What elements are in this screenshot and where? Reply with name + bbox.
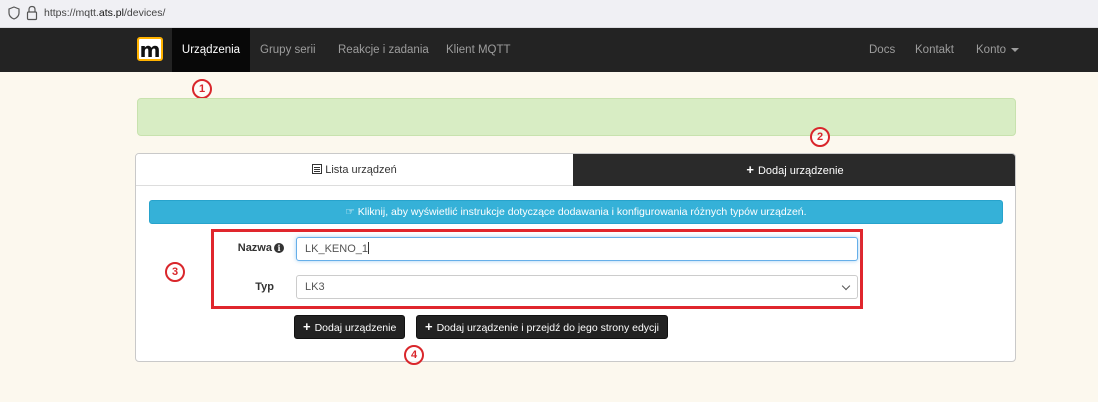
nav-item-klient-mqtt[interactable]: Klient MQTT bbox=[446, 28, 511, 72]
plus-icon: + bbox=[746, 162, 754, 177]
annotation-4: 4 bbox=[404, 345, 424, 365]
caret-down-icon bbox=[1011, 47, 1020, 52]
type-select[interactable]: LK3 bbox=[296, 275, 858, 299]
name-label: Nazwa i bbox=[224, 242, 284, 254]
tab-add-device-label: Dodaj urządzenie bbox=[757, 165, 844, 177]
annotation-2: 2 bbox=[810, 127, 830, 147]
logo[interactable]: m bbox=[137, 37, 163, 62]
device-panel: Lista urządzeń + Dodaj urządzenie ☞ Klikn… bbox=[135, 153, 1016, 362]
top-navbar: m Urządzenia Grupy serii Reakcje i zadan… bbox=[0, 28, 1098, 72]
success-alert bbox=[137, 98, 1016, 136]
nav-item-konto[interactable]: Konto bbox=[976, 28, 1020, 72]
plus-icon: + bbox=[425, 319, 433, 334]
name-input[interactable]: LK_KENO_1 bbox=[296, 237, 858, 261]
type-label: Typ bbox=[255, 281, 274, 293]
tab-add-device[interactable]: + Dodaj urządzenie bbox=[573, 154, 1015, 186]
tab-device-list[interactable]: Lista urządzeń bbox=[136, 154, 573, 186]
nav-item-kontakt[interactable]: Kontakt bbox=[915, 28, 954, 72]
plus-icon: + bbox=[303, 319, 311, 334]
nav-item-reakcje-i-zadania[interactable]: Reakcje i zadania bbox=[338, 28, 429, 72]
url-text: https://mqtt.ats.pl/devices/ bbox=[44, 7, 166, 19]
add-and-edit-button[interactable]: + Dodaj urządzenie i przejdź do jego stro… bbox=[416, 315, 668, 339]
list-icon bbox=[312, 164, 323, 174]
konto-label: Konto bbox=[976, 44, 1007, 56]
text-cursor bbox=[367, 242, 369, 254]
info-icon: i bbox=[274, 243, 284, 253]
nav-item-urzadzenia[interactable]: Urządzenia bbox=[172, 28, 250, 72]
instructions-info-bar[interactable]: ☞ Kliknij, aby wyświetlić instrukcje dot… bbox=[149, 200, 1003, 224]
shield-icon bbox=[8, 6, 20, 20]
hand-pointer-icon: ☞ bbox=[345, 206, 358, 218]
instructions-text: Kliknij, aby wyświetlić instrukcje dotyc… bbox=[357, 206, 807, 218]
nav-item-grupy-serii[interactable]: Grupy serii bbox=[260, 28, 316, 72]
add-device-button[interactable]: + Dodaj urządzenie bbox=[294, 315, 406, 339]
nav-item-docs[interactable]: Docs bbox=[869, 28, 895, 72]
browser-address-bar[interactable]: https://mqtt.ats.pl/devices/ bbox=[0, 0, 1098, 28]
annotation-3: 3 bbox=[165, 262, 185, 282]
tab-device-list-label: Lista urządzeń bbox=[325, 164, 397, 176]
chevron-down-icon bbox=[841, 281, 851, 291]
annotation-1: 1 bbox=[192, 79, 212, 99]
lock-icon bbox=[26, 5, 38, 21]
